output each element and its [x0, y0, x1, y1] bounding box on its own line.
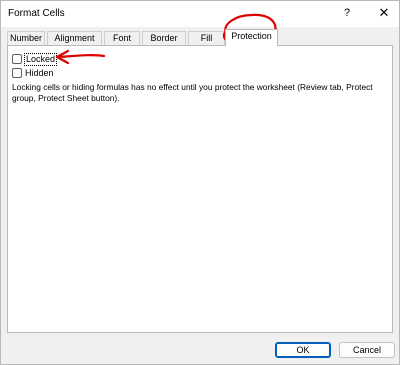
- tab-alignment[interactable]: Alignment: [47, 31, 102, 45]
- close-icon[interactable]: ✕: [374, 3, 394, 23]
- tab-protection[interactable]: Protection: [225, 29, 278, 46]
- protection-note: Locking cells or hiding formulas has no …: [12, 82, 373, 103]
- locked-checkbox[interactable]: [12, 54, 22, 64]
- locked-checkbox-row[interactable]: Locked: [12, 52, 58, 66]
- hidden-checkbox-row[interactable]: Hidden: [12, 67, 54, 79]
- dialog-title: Format Cells: [8, 8, 65, 19]
- protection-panel: Locked Hidden Locking cells or hiding fo…: [7, 45, 393, 333]
- locked-label[interactable]: Locked: [23, 52, 58, 66]
- hidden-checkbox[interactable]: [12, 68, 22, 78]
- tab-border[interactable]: Border: [142, 31, 186, 45]
- help-icon[interactable]: ?: [339, 5, 355, 21]
- hidden-label[interactable]: Hidden: [25, 68, 54, 79]
- format-cells-dialog: Format Cells ? ✕ Number Alignment Font B…: [0, 0, 400, 365]
- ok-button[interactable]: OK: [275, 342, 331, 358]
- tab-font[interactable]: Font: [104, 31, 140, 45]
- cancel-button[interactable]: Cancel: [339, 342, 395, 358]
- tab-number[interactable]: Number: [7, 31, 45, 45]
- tab-fill[interactable]: Fill: [188, 31, 225, 45]
- title-bar: Format Cells ? ✕: [1, 1, 399, 27]
